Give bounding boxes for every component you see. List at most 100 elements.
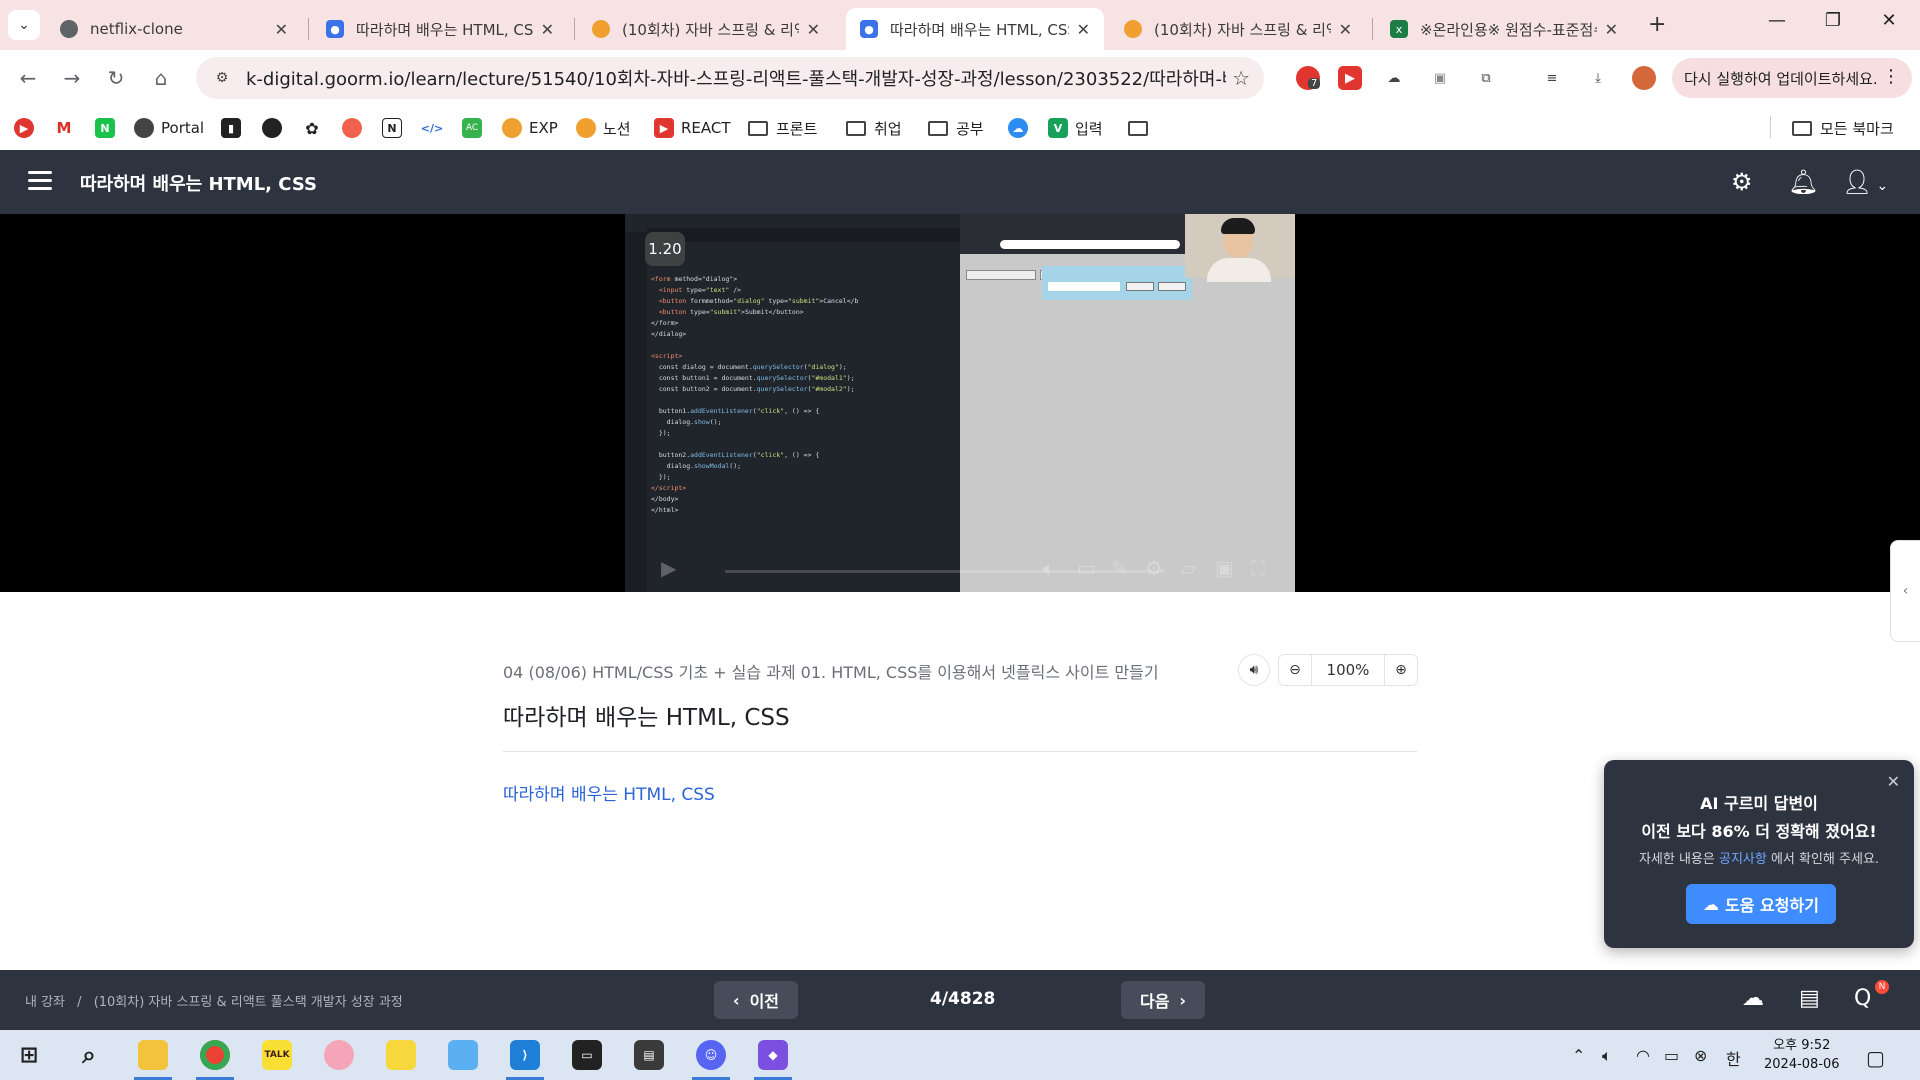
- system-clock[interactable]: 오후 9:52 2024-08-06: [1764, 1036, 1840, 1074]
- bookmark-portal[interactable]: Portal: [134, 116, 204, 140]
- side-panel-handle-chevron-icon[interactable]: ‹: [1890, 540, 1920, 642]
- search-icon[interactable]: ⌕: [62, 1030, 116, 1080]
- url-omnibox[interactable]: ⚙ k-digital.goorm.io/learn/lecture/51540…: [196, 57, 1264, 99]
- notes-icon[interactable]: ✎: [1111, 556, 1128, 580]
- bookmark-cloud[interactable]: ☁: [1008, 116, 1035, 140]
- zoom-in-icon[interactable]: ⊕: [1385, 662, 1417, 678]
- text-to-speech-icon[interactable]: 🔊︎: [1238, 654, 1270, 686]
- window-close-icon[interactable]: ✕: [1874, 10, 1904, 31]
- close-icon[interactable]: ✕: [1339, 20, 1352, 39]
- home-icon[interactable]: ⌂: [147, 64, 175, 92]
- bookmark-folder-front[interactable]: 프론트: [748, 116, 817, 140]
- bookmark-openai[interactable]: ✿: [302, 116, 329, 140]
- next-lesson-button[interactable]: 다음 ›: [1121, 981, 1205, 1019]
- bookmark-star-icon[interactable]: ☆: [1232, 66, 1250, 90]
- terminal-icon[interactable]: ▭: [560, 1030, 614, 1080]
- breadcrumb-course[interactable]: (10회차) 자바 스프링 & 리액트 풀스택 개발자 성장 과정: [94, 995, 403, 1010]
- new-tab-plus-icon[interactable]: +: [1648, 12, 1666, 37]
- bookmark-folder-job[interactable]: 취업: [846, 116, 902, 140]
- pip-icon[interactable]: ▣: [1215, 556, 1234, 580]
- speaker-icon[interactable]: 🔈︎: [1602, 1046, 1612, 1066]
- console-icon[interactable]: ▤: [622, 1030, 676, 1080]
- notice-link[interactable]: 공지사항: [1719, 852, 1767, 867]
- bookmark-notion-kr[interactable]: 노션: [576, 116, 631, 140]
- browser-tab-5[interactable]: (10회차) 자바 스프링 & 리액트 ✕: [1110, 8, 1366, 50]
- bookmark-input[interactable]: V 입력: [1048, 116, 1103, 140]
- browser-tab-1[interactable]: netflix-clone ✕: [46, 8, 302, 50]
- user-account-icon[interactable]: 👤︎ ⌄: [1842, 168, 1888, 196]
- reload-icon[interactable]: ↻: [102, 64, 130, 92]
- browser-tab-3[interactable]: (10회차) 자바 스프링 & 리액트 ✕: [578, 8, 834, 50]
- subtitles-icon[interactable]: ▭: [1077, 556, 1096, 580]
- bookmark-ac[interactable]: AC: [462, 116, 489, 140]
- bookmark-chart[interactable]: ▮: [221, 116, 248, 140]
- discord-icon[interactable]: ☺: [684, 1030, 738, 1080]
- profile-avatar-icon[interactable]: [1632, 66, 1656, 90]
- notification-center-icon[interactable]: ▢: [1866, 1046, 1885, 1070]
- update-chrome-button[interactable]: 다시 실행하여 업데이트하세요. ⋮: [1672, 58, 1912, 98]
- close-icon[interactable]: ✕: [541, 20, 554, 39]
- video-settings-icon[interactable]: ⚙: [1145, 556, 1163, 580]
- bookmark-youtube[interactable]: ▶: [14, 116, 41, 140]
- kakaotalk-icon[interactable]: TALK: [250, 1030, 304, 1080]
- request-help-button[interactable]: ☁ 도움 요청하기: [1686, 884, 1836, 924]
- settings-gear-icon[interactable]: ⚙: [1731, 168, 1753, 196]
- extension-gray-icon[interactable]: ▣: [1428, 66, 1452, 90]
- browser-tab-4-active[interactable]: ● 따라하며 배우는 HTML, CSS ✕: [846, 8, 1104, 50]
- sticky-notes-icon[interactable]: [374, 1030, 428, 1080]
- tab-search-chevron-icon[interactable]: ⌄: [8, 10, 40, 40]
- paint-icon[interactable]: [312, 1030, 366, 1080]
- close-icon[interactable]: ✕: [275, 20, 288, 39]
- windows-start-icon[interactable]: ⊞: [2, 1030, 56, 1080]
- youtube-extension-icon[interactable]: ▶: [1338, 66, 1362, 90]
- bookmark-folder[interactable]: [1128, 116, 1156, 140]
- lesson-content-link[interactable]: 따라하며 배우는 HTML, CSS: [503, 780, 715, 805]
- cloud-help-icon[interactable]: ☁: [1742, 986, 1764, 1011]
- browser-tab-2[interactable]: ● 따라하며 배우는 HTML, CSS ✕: [312, 8, 568, 50]
- menu-hamburger-icon[interactable]: [28, 171, 52, 195]
- back-arrow-icon[interactable]: ←: [14, 64, 42, 92]
- bookmark-code[interactable]: </>: [421, 116, 449, 140]
- play-icon[interactable]: ▶: [661, 556, 676, 580]
- fullscreen-icon[interactable]: ⛶: [1251, 556, 1265, 580]
- snipping-icon[interactable]: [436, 1030, 490, 1080]
- restore-icon[interactable]: ❐: [1818, 10, 1848, 31]
- volume-icon[interactable]: 🔈︎: [1043, 556, 1055, 580]
- playback-speed-badge[interactable]: 1.20: [645, 232, 685, 266]
- more-menu-icon[interactable]: ⋮: [1882, 66, 1900, 87]
- site-settings-icon[interactable]: ⚙: [208, 70, 236, 86]
- vscode-icon[interactable]: ⟩: [498, 1030, 552, 1080]
- file-explorer-icon[interactable]: [126, 1030, 180, 1080]
- previous-lesson-button[interactable]: ‹ 이전: [714, 981, 798, 1019]
- close-icon[interactable]: ✕: [1077, 20, 1090, 39]
- breadcrumb-my-courses[interactable]: 내 강좌: [25, 995, 65, 1010]
- bookmark-github[interactable]: [262, 116, 289, 140]
- mic-off-icon[interactable]: ⊗: [1694, 1046, 1707, 1065]
- browser-tab-6[interactable]: x ※온라인용※ 원점수-표준점수 ✕: [1376, 8, 1632, 50]
- bookmark-notion[interactable]: N: [382, 116, 409, 140]
- chat-icon[interactable]: ▤: [1799, 986, 1820, 1011]
- forward-arrow-icon[interactable]: →: [58, 64, 86, 92]
- close-icon[interactable]: ✕: [1887, 772, 1900, 791]
- cloud-extension-icon[interactable]: ☁: [1382, 66, 1406, 90]
- download-icon[interactable]: ⤓: [1586, 66, 1610, 90]
- minimize-icon[interactable]: —: [1762, 10, 1792, 31]
- all-bookmarks[interactable]: 모든 북마크: [1792, 116, 1894, 140]
- bookmark-red[interactable]: [342, 116, 369, 140]
- bookmark-gmail[interactable]: M: [54, 116, 81, 140]
- puzzle-extensions-icon[interactable]: ⧉: [1474, 66, 1498, 90]
- tray-chevron-up-icon[interactable]: ⌃: [1572, 1046, 1585, 1065]
- media-queue-icon[interactable]: ≡: [1540, 66, 1564, 90]
- cast-icon[interactable]: ▱: [1181, 556, 1196, 580]
- bookmark-exp[interactable]: EXP: [502, 116, 558, 140]
- close-icon[interactable]: ✕: [1605, 20, 1618, 39]
- close-icon[interactable]: ✕: [807, 20, 820, 39]
- battery-icon[interactable]: ▭: [1664, 1046, 1679, 1065]
- bookmark-react[interactable]: ▶ REACT: [654, 116, 731, 140]
- chrome-icon[interactable]: [188, 1030, 242, 1080]
- bookmark-naver[interactable]: N: [95, 116, 122, 140]
- obsidian-icon[interactable]: ◆: [746, 1030, 800, 1080]
- bookmark-folder-study[interactable]: 공부: [928, 116, 984, 140]
- zoom-out-icon[interactable]: ⊖: [1279, 662, 1311, 678]
- wifi-icon[interactable]: ◠: [1636, 1046, 1650, 1065]
